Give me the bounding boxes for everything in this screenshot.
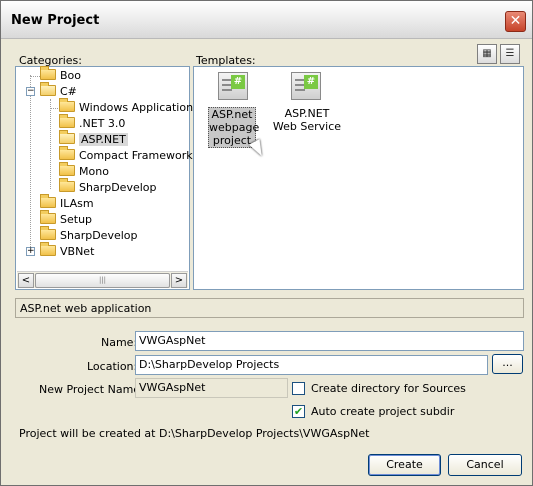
- auto-create-subdir-checkbox[interactable]: ✔: [292, 405, 305, 418]
- template-label-aspnet-webpage: ASP.net webpage project: [208, 107, 260, 148]
- tree-line: [30, 76, 40, 77]
- tree-item-label: Compact Framework: [79, 149, 193, 162]
- tree-item-windows-applications[interactable]: Windows Applications: [59, 98, 199, 116]
- tree-item-label: C#: [60, 85, 77, 98]
- tree-item-label: Boo: [60, 69, 82, 82]
- project-path-info: Project will be created at D:\SharpDevel…: [19, 427, 370, 440]
- template-label-line: Web Service: [272, 120, 342, 133]
- close-button[interactable]: ✕: [505, 11, 526, 32]
- webservice-template-icon: #: [291, 72, 321, 100]
- tree-item-net30[interactable]: .NET 3.0: [59, 114, 126, 132]
- name-input[interactable]: VWGAspNet: [135, 331, 524, 351]
- name-label: Name:: [101, 336, 138, 349]
- cancel-button[interactable]: Cancel: [448, 454, 522, 476]
- location-input[interactable]: D:\SharpDevelop Projects: [135, 355, 488, 375]
- tree-item-aspnet[interactable]: ASP.NET: [59, 130, 128, 148]
- folder-icon: [59, 146, 75, 160]
- folder-open-icon: [40, 82, 56, 96]
- tree-item-label: Mono: [79, 165, 109, 178]
- tree-item-label: Setup: [60, 213, 93, 226]
- tree-item-label: SharpDevelop: [60, 229, 138, 242]
- tree-item-compact-framework[interactable]: Compact Framework: [59, 146, 193, 164]
- location-label: Location:: [87, 360, 138, 373]
- aspnet-template-icon: #: [218, 72, 248, 100]
- template-label-line: webpage: [209, 121, 260, 134]
- list-view-button[interactable]: ☰: [500, 44, 520, 64]
- dialog-title: New Project: [11, 13, 100, 28]
- folder-icon: [40, 226, 56, 240]
- folder-icon: [40, 242, 56, 256]
- tree-item-label: ILAsm: [60, 197, 94, 210]
- new-project-dialog: New Project ✕ Categories: − + Boo C# Win…: [0, 0, 533, 486]
- new-project-name-input: VWGAspNet: [135, 378, 288, 398]
- folder-icon: [59, 178, 75, 192]
- tree-line: [50, 108, 58, 109]
- folder-icon: [40, 66, 56, 80]
- template-label-line: ASP.net: [211, 108, 253, 121]
- tree-line: [50, 99, 51, 189]
- folder-icon: [40, 194, 56, 208]
- csharp-badge-icon: #: [231, 75, 245, 89]
- auto-create-subdir-label[interactable]: Auto create project subdir: [311, 405, 454, 418]
- folder-icon: [59, 162, 75, 176]
- create-button[interactable]: Create: [368, 454, 441, 476]
- folder-icon: [59, 114, 75, 128]
- tree-item-label: .NET 3.0: [79, 117, 126, 130]
- template-label-aspnet-webservice: ASP.NET Web Service: [272, 107, 342, 133]
- folder-icon: [59, 98, 75, 112]
- tree-item-label: VBNet: [60, 245, 95, 258]
- title-bar[interactable]: New Project ✕: [1, 1, 532, 39]
- tree-item-sharpdevelop-csharp[interactable]: SharpDevelop: [59, 178, 157, 196]
- expander-csharp[interactable]: −: [26, 87, 35, 96]
- tree-item-vbnet[interactable]: VBNet: [40, 242, 95, 260]
- scroll-thumb[interactable]: |||: [35, 273, 170, 288]
- folder-icon: [40, 210, 56, 224]
- create-directory-label[interactable]: Create directory for Sources: [311, 382, 466, 395]
- tree-item-label: Windows Applications: [79, 101, 199, 114]
- csharp-badge-icon: #: [304, 75, 318, 89]
- tree-line: [30, 75, 31, 253]
- categories-horizontal-scrollbar[interactable]: < ||| >: [17, 271, 188, 288]
- tree-item-label: ASP.NET: [79, 133, 128, 146]
- template-label-line: ASP.NET: [284, 107, 330, 120]
- scroll-right-button[interactable]: >: [171, 273, 187, 288]
- tree-item-label: SharpDevelop: [79, 181, 157, 194]
- browse-button[interactable]: ...: [492, 354, 523, 374]
- large-icons-view-button[interactable]: ▦: [477, 44, 497, 64]
- new-project-name-label: New Project Name:: [39, 383, 144, 396]
- folder-open-icon: [59, 130, 75, 144]
- template-description: ASP.net web application: [15, 298, 524, 318]
- template-label-line: project: [212, 134, 252, 147]
- create-directory-checkbox[interactable]: [292, 382, 305, 395]
- scroll-left-button[interactable]: <: [18, 273, 34, 288]
- categories-tree[interactable]: − + Boo C# Windows Applications .NET 3.0…: [15, 66, 199, 290]
- templates-list[interactable]: # ASP.net webpage project # ASP.NET Web …: [193, 66, 524, 290]
- tree-item-sharpdevelop[interactable]: SharpDevelop: [40, 226, 138, 244]
- expander-vbnet[interactable]: +: [26, 247, 35, 256]
